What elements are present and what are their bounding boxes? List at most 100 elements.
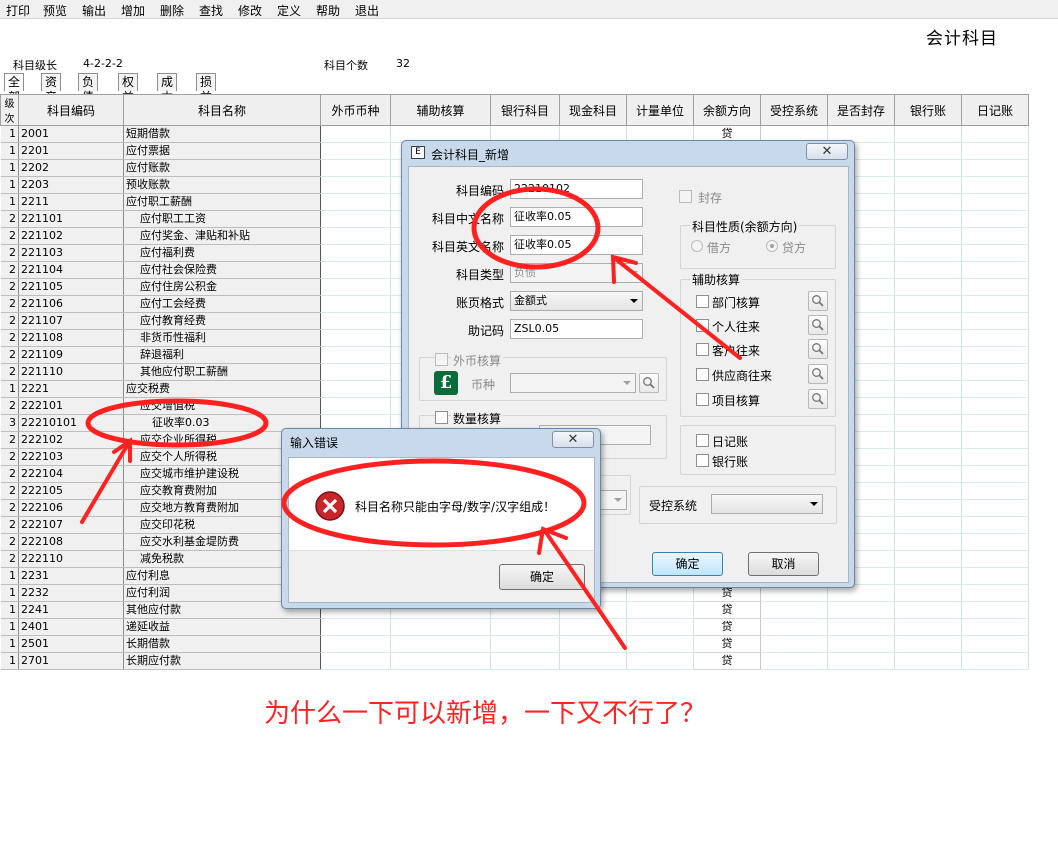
data-cell — [961, 601, 1029, 619]
debit-radio[interactable] — [691, 240, 703, 252]
code-cell: 2232 — [18, 584, 124, 602]
ok-button[interactable]: 确定 — [652, 552, 723, 576]
menu-define[interactable]: 定义 — [277, 2, 301, 19]
close-icon[interactable]: ✕ — [806, 143, 848, 160]
bank-ledger-checkbox[interactable] — [696, 454, 709, 467]
data-cell — [827, 601, 895, 619]
credit-radio[interactable] — [766, 240, 778, 252]
level-cell: 1 — [0, 125, 19, 143]
data-cell — [320, 125, 391, 143]
data-cell — [320, 346, 391, 364]
data-cell — [961, 397, 1029, 415]
column-header[interactable]: 计量单位 — [626, 94, 694, 126]
level-cell: 2 — [0, 346, 19, 364]
column-header[interactable]: 级次 — [0, 94, 19, 126]
data-cell — [961, 312, 1029, 330]
data-cell — [961, 278, 1029, 296]
cn-name-field[interactable]: 征收率0.05 — [510, 207, 643, 227]
journal-label: 日记账 — [712, 435, 749, 449]
tab-assets[interactable]: 资产 — [41, 73, 62, 104]
data-cell — [760, 635, 828, 653]
level-label: 科目级长 — [13, 59, 57, 72]
code-cell: 221106 — [18, 295, 124, 313]
menu-modify[interactable]: 修改 — [238, 2, 262, 19]
aux-person-search-button[interactable] — [808, 315, 828, 335]
column-header[interactable]: 辅助核算 — [390, 94, 491, 126]
aux-supplier-checkbox[interactable] — [696, 368, 709, 381]
level-cell: 2 — [0, 227, 19, 245]
data-cell — [894, 499, 962, 517]
column-header[interactable]: 现金科目 — [559, 94, 627, 126]
cancel-button[interactable]: 取消 — [748, 552, 819, 576]
error-close-icon[interactable]: ✕ — [552, 431, 594, 448]
level-cell: 2 — [0, 533, 19, 551]
table-row[interactable]: 1 2401 递延收益 贷 — [0, 618, 1029, 636]
type-select[interactable]: 负债 — [510, 263, 643, 283]
data-cell — [390, 652, 491, 670]
tab-pnl[interactable]: 损益 — [196, 73, 217, 104]
data-cell — [961, 295, 1029, 313]
sealed-checkbox[interactable] — [679, 190, 692, 203]
search-icon — [812, 393, 824, 405]
column-header[interactable]: 科目编码 — [18, 94, 124, 126]
foreign-currency-checkbox[interactable] — [435, 353, 448, 366]
menu-help[interactable]: 帮助 — [316, 2, 340, 19]
level-cell: 2 — [0, 516, 19, 534]
level-cell: 2 — [0, 329, 19, 347]
currency-select[interactable] — [510, 373, 636, 393]
aux-supplier-search-button[interactable] — [808, 364, 828, 384]
tab-equity[interactable]: 权益 — [118, 73, 139, 104]
aux-customer-checkbox[interactable] — [696, 343, 709, 356]
table-row[interactable]: 1 2701 长期应付款 贷 — [0, 652, 1029, 670]
controlled-select[interactable] — [711, 494, 823, 514]
data-cell — [961, 567, 1029, 585]
menu-find[interactable]: 查找 — [199, 2, 223, 19]
name-cell: 应付住房公积金 — [123, 278, 321, 296]
column-header[interactable]: 日记账 — [961, 94, 1029, 126]
aux-dept-checkbox[interactable] — [696, 295, 709, 308]
aux-dept-search-button[interactable] — [808, 291, 828, 311]
column-header[interactable]: 银行账 — [894, 94, 962, 126]
aux-project-checkbox[interactable] — [696, 393, 709, 406]
column-header[interactable]: 科目名称 — [123, 94, 321, 126]
tab-all[interactable]: 全部 — [4, 73, 25, 104]
code-field[interactable]: 22210102 — [510, 179, 643, 199]
currency-search-button[interactable] — [639, 373, 659, 393]
column-header[interactable]: 余额方向 — [693, 94, 761, 126]
quantity-checkbox[interactable] — [435, 411, 448, 424]
tab-cost[interactable]: 成本 — [157, 73, 178, 104]
data-cell — [559, 618, 627, 636]
error-ok-button[interactable]: 确定 — [499, 564, 585, 590]
level-cell: 1 — [0, 380, 19, 398]
menu-print[interactable]: 打印 — [6, 2, 30, 19]
en-name-field[interactable]: 征收率0.05 — [510, 235, 643, 255]
data-cell — [961, 346, 1029, 364]
column-header[interactable]: 外币币种 — [320, 94, 391, 126]
menu-add[interactable]: 增加 — [121, 2, 145, 19]
aux-project-search-button[interactable] — [808, 389, 828, 409]
level-value: 4-2-2-2 — [83, 57, 123, 70]
code-cell: 2501 — [18, 635, 124, 653]
column-header[interactable]: 受控系统 — [760, 94, 828, 126]
menu-exit[interactable]: 退出 — [355, 2, 379, 19]
data-cell — [894, 584, 962, 602]
mnemonic-field[interactable]: ZSL0.05 — [510, 319, 643, 339]
column-header[interactable]: 是否封存 — [827, 94, 895, 126]
data-cell — [894, 312, 962, 330]
aux-person-checkbox[interactable] — [696, 319, 709, 332]
left-bottom-select[interactable] — [599, 490, 627, 510]
journal-checkbox[interactable] — [696, 434, 709, 447]
data-cell — [320, 363, 391, 381]
level-cell: 2 — [0, 499, 19, 517]
table-row[interactable]: 1 2501 长期借款 贷 — [0, 635, 1029, 653]
aux-customer-search-button[interactable] — [808, 339, 828, 359]
format-select[interactable]: 金额式 — [510, 291, 643, 311]
dialog-title-bar[interactable]: E 会计科目_新增 ✕ — [402, 141, 854, 165]
error-title-bar[interactable]: 输入错误 ✕ — [282, 429, 600, 453]
menu-preview[interactable]: 预览 — [43, 2, 67, 19]
menu-delete[interactable]: 删除 — [160, 2, 184, 19]
code-cell: 2701 — [18, 652, 124, 670]
menu-export[interactable]: 输出 — [82, 2, 106, 19]
tab-liability[interactable]: 负债 — [78, 73, 99, 104]
column-header[interactable]: 银行科目 — [490, 94, 560, 126]
